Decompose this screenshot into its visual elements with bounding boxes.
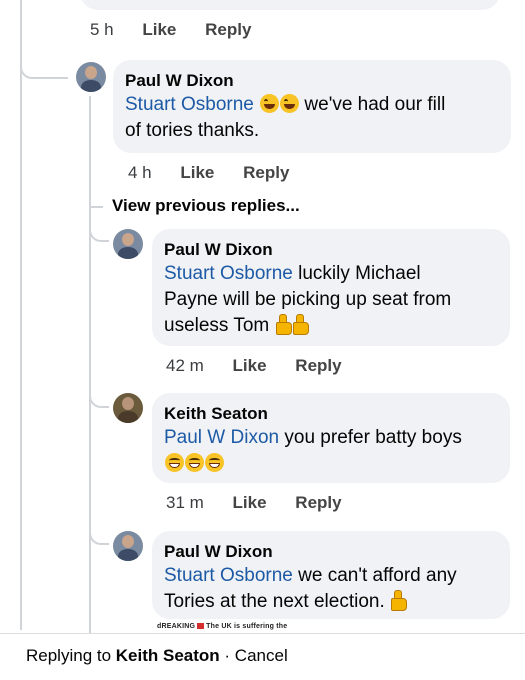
- thread-connector: [20, 52, 68, 79]
- laugh-icon: [260, 94, 280, 113]
- thread-line-nested: [89, 96, 91, 636]
- mention-link[interactable]: Paul W Dixon: [164, 427, 279, 448]
- thread-connector: [89, 222, 109, 242]
- comment-author[interactable]: Paul W Dixon: [164, 541, 498, 563]
- grin-icon: [185, 453, 204, 472]
- comment-text: Stuart Osborne we can't afford any Torie…: [164, 565, 457, 612]
- comment-bubble: Paul W Dixon Stuart Osborne we can't aff…: [152, 531, 510, 619]
- thumbs-up-icon: [292, 314, 309, 335]
- comment-time: 5 h: [90, 20, 114, 39]
- like-button[interactable]: Like: [180, 163, 214, 182]
- thread-connector: [89, 190, 103, 208]
- grin-icon: [165, 453, 184, 472]
- grin-icon: [205, 453, 224, 472]
- view-previous-replies-link[interactable]: View previous replies...: [112, 196, 300, 216]
- laugh-icon: [280, 94, 300, 113]
- comment-text: Paul W Dixon you prefer batty boys: [164, 425, 498, 477]
- reply-button[interactable]: Reply: [295, 493, 341, 512]
- flag-icon: [197, 623, 205, 629]
- comment-text: Stuart Osborne we've had our fill of tor…: [125, 94, 446, 141]
- mention-link[interactable]: Stuart Osborne: [125, 94, 254, 115]
- avatar[interactable]: [113, 393, 143, 423]
- thread-connector: [89, 525, 109, 545]
- reply-button[interactable]: Reply: [243, 163, 289, 182]
- like-button[interactable]: Like: [142, 20, 176, 39]
- reply-button[interactable]: Reply: [295, 356, 341, 375]
- previous-comment-bubble: [80, 0, 500, 10]
- avatar[interactable]: [113, 229, 143, 259]
- avatar[interactable]: [113, 531, 143, 561]
- comment-author[interactable]: Paul W Dixon: [125, 70, 499, 92]
- comment-meta: 31 m Like Reply: [166, 493, 366, 513]
- replying-to-text: Replying to Keith Seaton · Cancel: [26, 646, 288, 665]
- comment-text: Stuart Osborne luckily Michael Payne wil…: [164, 263, 452, 336]
- comment-time: 4 h: [128, 163, 152, 182]
- avatar[interactable]: [76, 62, 106, 92]
- comment-meta: 42 m Like Reply: [166, 356, 366, 376]
- comment-time: 42 m: [166, 356, 204, 375]
- thumbs-up-icon: [391, 590, 408, 611]
- comment-author[interactable]: Keith Seaton: [164, 403, 498, 425]
- like-button[interactable]: Like: [233, 493, 267, 512]
- comment-bubble: Paul W Dixon Stuart Osborne we've had ou…: [113, 60, 511, 153]
- comment-meta-top: 5 h Like Reply: [90, 20, 275, 40]
- comment-author[interactable]: Paul W Dixon: [164, 239, 498, 261]
- thread-connector: [89, 388, 109, 408]
- comment-bubble: Paul W Dixon Stuart Osborne luckily Mich…: [152, 229, 510, 346]
- comment-bubble: Keith Seaton Paul W Dixon you prefer bat…: [152, 393, 510, 483]
- replying-to-name[interactable]: Keith Seaton: [116, 646, 220, 665]
- like-button[interactable]: Like: [233, 356, 267, 375]
- comment-meta: 4 h Like Reply: [128, 163, 313, 183]
- mention-link[interactable]: Stuart Osborne: [164, 565, 293, 586]
- cancel-reply-button[interactable]: Cancel: [235, 646, 288, 665]
- thumbs-up-icon: [275, 314, 292, 335]
- reply-button[interactable]: Reply: [205, 20, 251, 39]
- thread-line: [20, 0, 22, 630]
- reply-bar: Replying to Keith Seaton · Cancel: [0, 633, 525, 680]
- mention-link[interactable]: Stuart Osborne: [164, 263, 293, 284]
- comment-time: 31 m: [166, 493, 204, 512]
- news-ticker: dREAKING The UK is suffering the: [157, 623, 288, 630]
